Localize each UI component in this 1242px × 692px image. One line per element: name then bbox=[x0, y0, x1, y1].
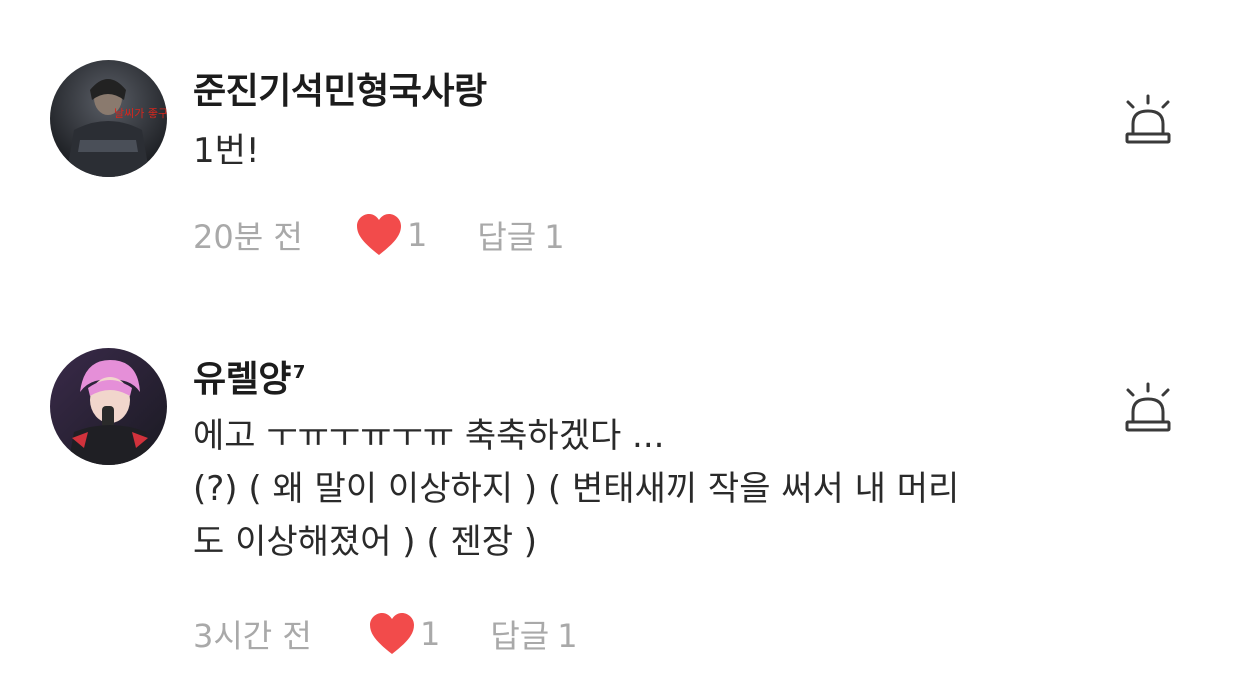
username[interactable]: 유렐양 7 bbox=[193, 350, 305, 402]
reply-count: 1 bbox=[544, 218, 565, 256]
timestamp: 3시간 전 bbox=[193, 617, 312, 655]
report-siren-button[interactable] bbox=[1120, 94, 1176, 146]
reply-button[interactable]: 답글 1 bbox=[477, 212, 564, 258]
like-button[interactable]: 1 bbox=[368, 612, 440, 656]
avatar[interactable] bbox=[50, 348, 167, 465]
username-text: 유렐양 bbox=[193, 359, 291, 400]
reply-button[interactable]: 답글 1 bbox=[490, 611, 577, 657]
username[interactable]: 준진기석민형국사랑 bbox=[193, 62, 487, 114]
like-count: 1 bbox=[407, 216, 428, 254]
heart-icon bbox=[370, 613, 414, 654]
comment-meta: 3시간 전 1 답글 1 bbox=[193, 612, 578, 656]
comment-item: 유렐양 7 에고 ㅜㅠㅜㅠㅜㅠ 축축하겠다 ... (?) ( 왜 말이 이상하지… bbox=[0, 300, 1242, 692]
comment-item: 날씨가 좋구나 준진기석민형국사랑 1번! 20분 전 1 답글1 bbox=[0, 0, 1242, 300]
reply-label: 답글 bbox=[477, 218, 537, 256]
reply-label: 답글 bbox=[490, 617, 550, 655]
comment-meta: 20분 전 1 답글 1 bbox=[193, 213, 565, 257]
heart-icon bbox=[357, 214, 401, 255]
username-text: 준진기석민형국사랑 bbox=[193, 71, 487, 112]
comment-body: 에고 ㅜㅠㅜㅠㅜㅠ 축축하겠다 ... (?) ( 왜 말이 이상하지 ) ( … bbox=[193, 416, 960, 562]
avatar-caption: 날씨가 좋구나 bbox=[114, 107, 167, 120]
siren-icon bbox=[1125, 94, 1171, 144]
like-button[interactable]: 1 bbox=[355, 213, 427, 257]
comment-body: 1번! bbox=[193, 131, 260, 171]
avatar-image bbox=[50, 348, 167, 465]
report-siren-button[interactable] bbox=[1120, 382, 1176, 434]
reply-count: 1 bbox=[557, 617, 578, 655]
like-count: 1 bbox=[420, 615, 441, 653]
siren-icon bbox=[1125, 382, 1171, 432]
timestamp: 20분 전 bbox=[193, 218, 303, 256]
avatar[interactable]: 날씨가 좋구나 bbox=[50, 60, 167, 177]
level-badge: 7 bbox=[292, 362, 306, 383]
avatar-image: 날씨가 좋구나 bbox=[50, 60, 167, 177]
